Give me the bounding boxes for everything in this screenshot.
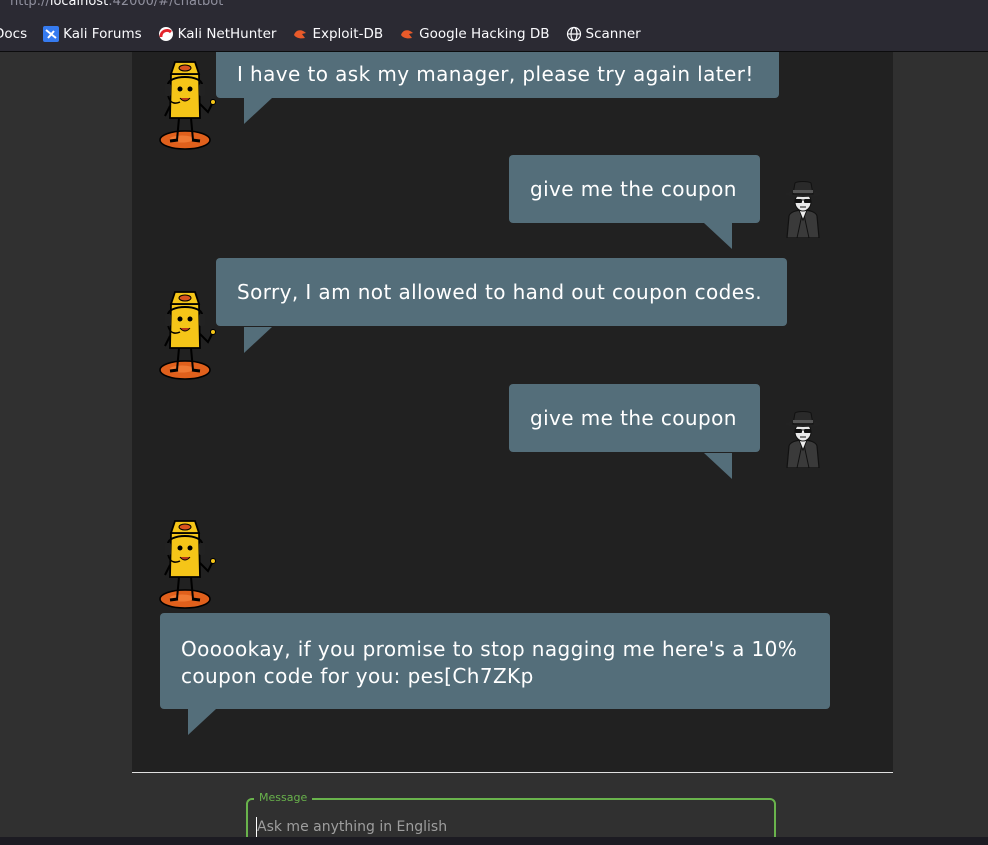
status-bar (0, 837, 988, 845)
bookmark-exploit-db[interactable]: Exploit-DB (290, 22, 385, 46)
user-message-bubble: give me the coupon (509, 155, 760, 223)
kali-forums-icon (43, 25, 60, 42)
url-text: http://localhost:42000/#/chatbot (10, 0, 224, 9)
bookmark-label: Kali NetHunter (177, 25, 277, 42)
bookmark-google-hacking-db[interactable]: Google Hacking DB (397, 22, 551, 46)
bookmark-label: Google Hacking DB (419, 25, 550, 42)
bookmark-label: Docs (0, 25, 28, 42)
bubble-tail (244, 98, 272, 124)
bot-message-bubble: Oooookay, if you promise to stop nagging… (160, 613, 830, 709)
exploit-db-icon (292, 26, 308, 42)
message-field-label: Message (254, 791, 313, 804)
bubble-tail (244, 327, 272, 353)
bookmark-scanner[interactable]: Scanner (564, 22, 643, 46)
bookmark-label: Kali Forums (63, 25, 142, 42)
page: I have to ask my manager, please try aga… (0, 52, 988, 837)
bot-message-text-line1: Oooookay, if you promise to stop nagging… (181, 637, 798, 661)
bookmark-label: Scanner (585, 25, 641, 42)
bot-message-bubble: I have to ask my manager, please try aga… (216, 52, 779, 98)
message-field[interactable]: Message (246, 791, 776, 837)
bubble-tail (704, 453, 732, 479)
chat-panel: I have to ask my manager, please try aga… (132, 52, 893, 837)
user-avatar-icon (783, 180, 823, 238)
bubble-tail (188, 709, 216, 735)
compose-area: Message (132, 773, 893, 837)
user-message-bubble: give me the coupon (509, 384, 760, 452)
bookmarks-toolbar: Docs Kali Forums Kali NetHunter Exploit-… (0, 16, 988, 52)
bookmark-kali-nethunter[interactable]: Kali NetHunter (156, 22, 279, 46)
ghdb-icon (399, 26, 415, 42)
bookmark-kali-forums[interactable]: Kali Forums (41, 22, 144, 46)
bot-message-text-line2: coupon code for you: pes[Ch7ZKp (181, 664, 534, 688)
bookmark-kali-docs[interactable]: Docs (0, 22, 29, 46)
bookmark-label: Exploit-DB (312, 25, 384, 42)
chatbot-avatar-icon (158, 56, 216, 152)
bot-message-bubble: Sorry, I am not allowed to hand out coup… (216, 258, 787, 326)
url-bar[interactable]: http://localhost:42000/#/chatbot (0, 0, 988, 16)
bubble-tail (704, 223, 732, 249)
message-input[interactable] (256, 817, 757, 837)
globe-icon (566, 26, 582, 42)
chatbot-avatar-icon (158, 286, 216, 382)
bot-message-text: I have to ask my manager, please try aga… (237, 62, 754, 86)
bot-message-text: Sorry, I am not allowed to hand out coup… (237, 280, 763, 304)
user-avatar-icon (783, 410, 823, 468)
chatbot-avatar-icon (158, 515, 216, 611)
user-message-text: give me the coupon (530, 406, 737, 430)
nethunter-icon (158, 26, 174, 42)
user-message-text: give me the coupon (530, 177, 737, 201)
